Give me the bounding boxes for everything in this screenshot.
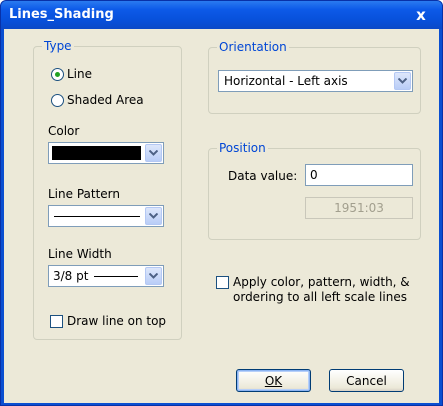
apply-all-label-line1[interactable]: Apply color, pattern, width, & [233, 275, 410, 290]
dialog-client-area: Type Line Shaded Area Color Line Pattern [4, 29, 439, 403]
type-group-legend: Type [42, 39, 74, 53]
color-swatch [52, 146, 141, 160]
data-value-label: Data value: [228, 169, 298, 183]
dialog-window: Lines_Shading x Type Line Shaded Area Co… [0, 0, 443, 406]
data-value-input[interactable]: 0 [305, 164, 413, 186]
radio-unselected-icon[interactable] [51, 93, 64, 107]
title-bar[interactable]: Lines_Shading x [1, 1, 442, 29]
line-width-dropdown[interactable]: 3/8 pt [48, 265, 164, 287]
cancel-button-label[interactable]: Cancel [346, 374, 387, 388]
radio-shaded-area[interactable]: Shaded Area [51, 93, 144, 107]
apply-all-label[interactable]: Apply color, pattern, width, & ordering … [233, 275, 410, 305]
position-group: Position Data value: 0 1951:03 [208, 141, 421, 240]
draw-on-top-label[interactable]: Draw line on top [67, 314, 166, 328]
chevron-down-icon[interactable] [394, 72, 411, 90]
radio-line-label[interactable]: Line [67, 67, 92, 81]
checkbox-icon[interactable] [50, 314, 63, 328]
line-width-value: 3/8 pt [53, 269, 89, 283]
ok-button[interactable]: OK [236, 369, 311, 392]
radio-selected-icon[interactable] [51, 67, 64, 81]
window-title: Lines_Shading [9, 7, 114, 22]
orientation-group-legend: Orientation [217, 40, 289, 54]
checkbox-icon[interactable] [216, 276, 229, 289]
draw-on-top-checkbox-row[interactable]: Draw line on top [50, 314, 166, 328]
orientation-value: Horizontal - Left axis [224, 74, 348, 88]
line-width-label: Line Width [48, 247, 112, 261]
chevron-down-icon[interactable] [145, 207, 162, 225]
radio-shaded-label[interactable]: Shaded Area [67, 93, 144, 107]
close-icon[interactable]: x [406, 4, 436, 26]
line-pattern-dropdown[interactable] [48, 205, 164, 227]
position-group-legend: Position [217, 141, 268, 155]
color-label: Color [48, 124, 80, 138]
chevron-down-icon[interactable] [145, 267, 162, 285]
ok-button-label[interactable]: OK [265, 374, 282, 388]
cancel-button[interactable]: Cancel [329, 369, 404, 392]
date-value-input: 1951:03 [305, 197, 413, 219]
line-width-sample [94, 276, 138, 277]
orientation-group: Orientation Horizontal - Left axis [208, 40, 421, 114]
line-pattern-label: Line Pattern [48, 187, 120, 201]
apply-all-checkbox-row[interactable]: Apply color, pattern, width, & ordering … [216, 275, 410, 305]
apply-all-label-line2[interactable]: ordering to all left scale lines [233, 290, 410, 305]
radio-line[interactable]: Line [51, 67, 92, 81]
chevron-down-icon[interactable] [145, 144, 162, 162]
type-group: Type Line Shaded Area Color Line Pattern [33, 39, 182, 340]
orientation-dropdown[interactable]: Horizontal - Left axis [218, 70, 413, 92]
line-pattern-sample [54, 216, 140, 217]
color-dropdown[interactable] [48, 142, 164, 164]
